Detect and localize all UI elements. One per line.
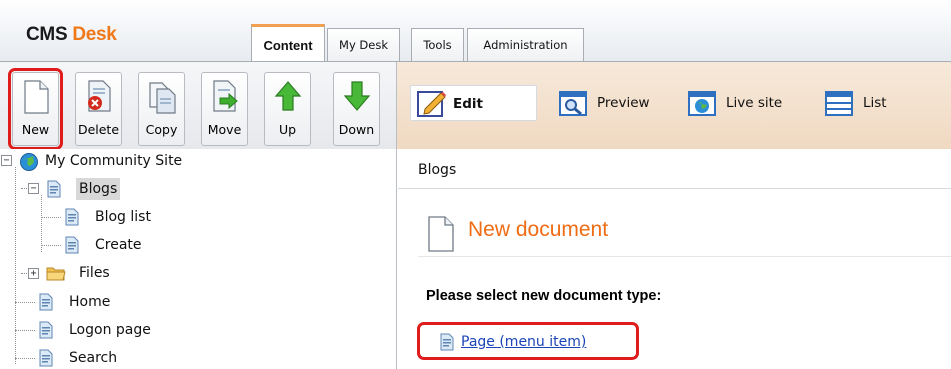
copy-button-label: Copy bbox=[145, 122, 178, 137]
delete-button[interactable]: Delete bbox=[75, 72, 122, 146]
doc-type-prompt: Please select new document type: bbox=[426, 288, 662, 304]
tab-my-desk[interactable]: My Desk bbox=[327, 28, 400, 62]
tree-node-label: Search bbox=[69, 350, 118, 366]
preview-mode-label: Preview bbox=[597, 95, 650, 111]
tree-line bbox=[41, 217, 61, 218]
new-button-highlight bbox=[8, 68, 63, 150]
new-document-icon bbox=[428, 216, 454, 252]
tree-node-label: Logon page bbox=[69, 322, 151, 338]
tree-expand-files[interactable]: + bbox=[28, 268, 39, 279]
tree-line bbox=[15, 167, 16, 364]
page-icon bbox=[65, 236, 79, 254]
tree-node-label: Files bbox=[79, 265, 110, 281]
logo-brand: CMS bbox=[26, 24, 68, 45]
edit-mode-button[interactable]: Edit bbox=[410, 85, 537, 121]
copy-document-icon bbox=[149, 82, 176, 114]
preview-mode-button[interactable]: Preview bbox=[559, 85, 669, 121]
tree-line bbox=[15, 302, 35, 303]
tab-content[interactable]: Content bbox=[251, 24, 325, 63]
down-button[interactable]: Down bbox=[333, 72, 380, 146]
breadcrumb-bar bbox=[398, 149, 951, 189]
tree-collapse-root[interactable]: − bbox=[1, 155, 12, 166]
tree-line bbox=[15, 358, 35, 359]
doc-type-highlight bbox=[417, 322, 639, 360]
tree-line bbox=[41, 195, 42, 252]
tree-collapse-blogs[interactable]: − bbox=[28, 183, 39, 194]
tab-administration[interactable]: Administration bbox=[467, 28, 584, 62]
arrow-up-icon bbox=[274, 81, 302, 111]
live-site-mode-button[interactable]: Live site bbox=[688, 85, 806, 121]
tree-node-label: Create bbox=[95, 237, 142, 253]
folder-icon bbox=[46, 267, 66, 281]
tree-line bbox=[41, 245, 61, 246]
tree-node-label: Blog list bbox=[95, 209, 151, 225]
page-icon bbox=[39, 293, 53, 311]
page-icon bbox=[65, 208, 79, 226]
move-document-icon bbox=[213, 80, 238, 112]
page-icon bbox=[47, 180, 61, 198]
tree-node-label: Home bbox=[69, 294, 111, 310]
delete-document-icon bbox=[88, 80, 111, 112]
breadcrumb[interactable]: Blogs bbox=[418, 162, 456, 178]
copy-button[interactable]: Copy bbox=[138, 72, 185, 146]
edit-pencil-icon bbox=[417, 91, 446, 117]
globe-icon bbox=[20, 153, 38, 171]
tree-line bbox=[15, 330, 35, 331]
globe-icon bbox=[688, 91, 716, 116]
page-title: New document bbox=[468, 218, 609, 241]
down-button-label: Down bbox=[338, 122, 375, 137]
live-site-mode-label: Live site bbox=[726, 95, 783, 111]
logo-product: Desk bbox=[72, 24, 117, 45]
preview-magnifier-icon bbox=[559, 91, 587, 116]
tab-tools[interactable]: Tools bbox=[411, 28, 464, 62]
list-mode-label: List bbox=[863, 95, 887, 111]
tree-root-label: My Community Site bbox=[45, 153, 183, 169]
title-divider bbox=[418, 256, 951, 257]
list-icon bbox=[825, 91, 853, 116]
move-button-label: Move bbox=[207, 122, 242, 137]
cms-desk-logo: CMS Desk bbox=[26, 24, 117, 46]
edit-mode-label: Edit bbox=[453, 96, 483, 112]
tree-node-label: Blogs bbox=[76, 178, 121, 200]
page-icon bbox=[39, 349, 53, 367]
delete-button-label: Delete bbox=[77, 122, 120, 137]
arrow-down-icon bbox=[343, 81, 371, 111]
up-button[interactable]: Up bbox=[264, 72, 311, 146]
list-mode-button[interactable]: List bbox=[825, 85, 915, 121]
up-button-label: Up bbox=[278, 122, 297, 137]
move-button[interactable]: Move bbox=[201, 72, 248, 146]
page-icon bbox=[39, 321, 53, 339]
